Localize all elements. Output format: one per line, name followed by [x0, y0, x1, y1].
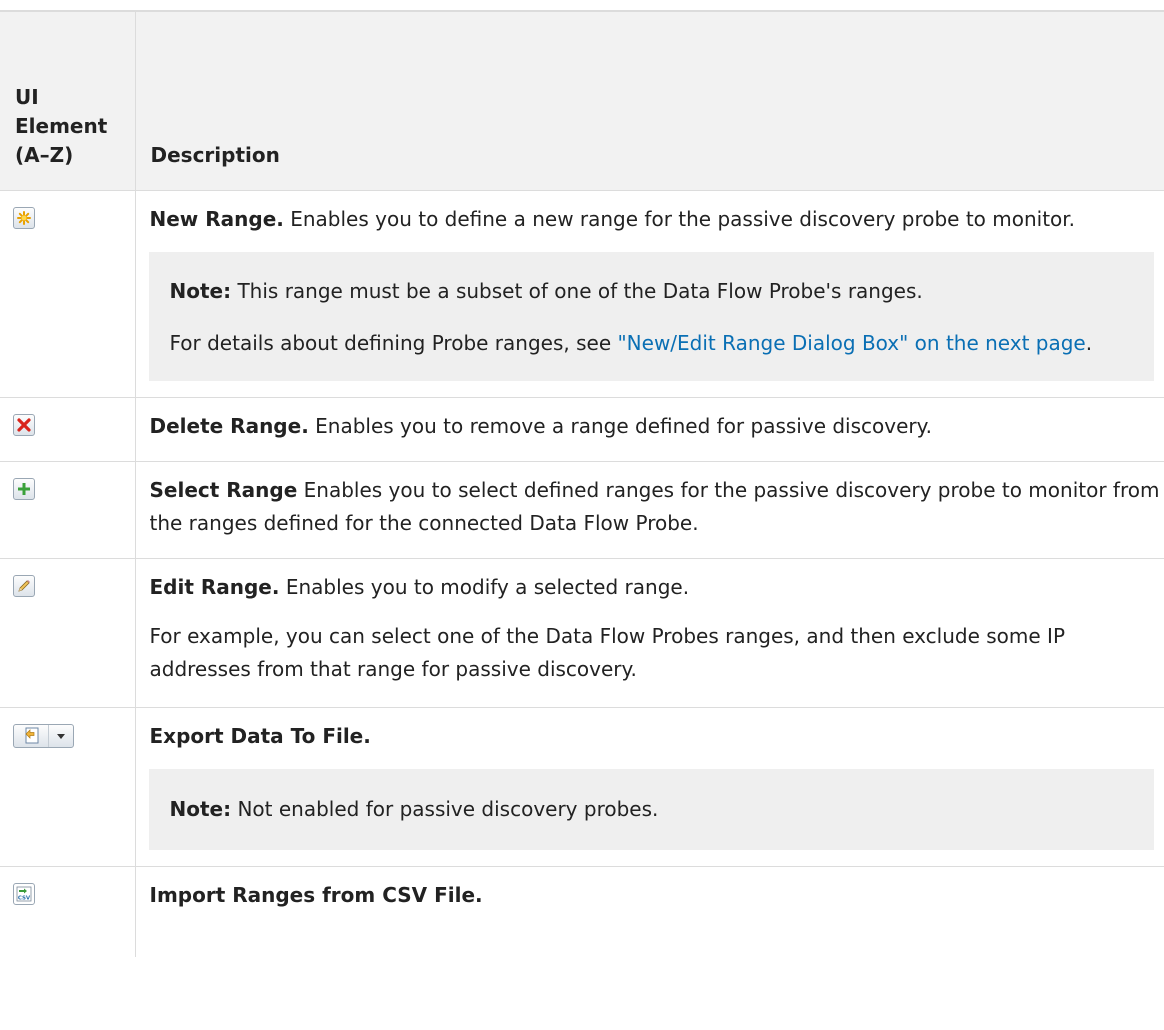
icon-cell: CSV: [0, 866, 136, 957]
plus-icon: [13, 478, 35, 500]
icon-cell: [0, 558, 136, 708]
row-description: Export Data To File.: [150, 720, 1164, 753]
delete-icon: [13, 414, 35, 436]
svg-text:CSV: CSV: [18, 896, 31, 902]
edit-pencil-icon: [13, 575, 35, 597]
description-cell: Select Range Enables you to select defin…: [135, 461, 1164, 559]
table-row: Select Range Enables you to select defin…: [0, 461, 1164, 559]
icon-cell: [0, 397, 136, 462]
note-label: Note:: [169, 279, 232, 303]
icon-cell: [0, 461, 136, 559]
table-row: Edit Range. Enables you to modify a sele…: [0, 558, 1164, 708]
new-range-icon: [13, 207, 35, 229]
row-text: Enables you to modify a selected range.: [279, 575, 690, 599]
note-box: Note: Not enabled for passive discovery …: [148, 769, 1154, 850]
description-cell: Delete Range. Enables you to remove a ra…: [135, 397, 1164, 462]
description-cell: New Range. Enables you to define a new r…: [135, 190, 1164, 398]
note-detail-prefix: For details about defining Probe ranges,…: [169, 331, 618, 355]
row-extra-text: For example, you can select one of the D…: [149, 624, 1066, 681]
table-row: Delete Range. Enables you to remove a ra…: [0, 397, 1164, 462]
table-row: New Range. Enables you to define a new r…: [0, 190, 1164, 398]
row-text: Enables you to remove a range defined fo…: [308, 414, 932, 438]
row-description: Delete Range. Enables you to remove a ra…: [150, 410, 1164, 443]
note-text: This range must be a subset of one of th…: [231, 279, 923, 303]
description-cell: Import Ranges from CSV File.: [135, 867, 1164, 957]
export-icon: [14, 725, 49, 747]
note-box: Note: This range must be a subset of one…: [148, 252, 1154, 381]
row-description: Select Range Enables you to select defin…: [150, 474, 1164, 540]
note-detail-suffix: .: [1085, 331, 1093, 355]
row-title: Import Ranges from CSV File.: [149, 883, 483, 907]
row-title: Edit Range.: [149, 575, 280, 599]
icon-cell: [0, 190, 136, 398]
description-column-header: Description: [135, 10, 1164, 191]
row-title: Select Range: [149, 478, 298, 502]
row-description: New Range. Enables you to define a new r…: [150, 203, 1164, 236]
row-text: Enables you to define a new range for th…: [283, 207, 1076, 231]
ui-element-column-header: UI Element (A–Z): [0, 10, 136, 191]
note-label: Note:: [169, 797, 232, 821]
new-edit-range-dialog-link[interactable]: "New/Edit Range Dialog Box" on the next …: [617, 331, 1085, 355]
table-row: Export Data To File. Note: Not enabled f…: [0, 707, 1164, 867]
ui-elements-table: UI Element (A–Z) Description New Range. …: [0, 10, 1164, 957]
chevron-down-icon: [49, 725, 73, 747]
row-title: Delete Range.: [149, 414, 309, 438]
row-title: New Range.: [149, 207, 284, 231]
description-cell: Edit Range. Enables you to modify a sele…: [135, 558, 1164, 708]
export-dropdown-button: [13, 724, 74, 748]
row-text: Enables you to select defined ranges for…: [149, 478, 1160, 535]
description-cell: Export Data To File. Note: Not enabled f…: [135, 707, 1164, 867]
table-header-row: UI Element (A–Z) Description: [0, 10, 1164, 191]
csv-import-icon: CSV: [13, 883, 35, 905]
icon-cell: [0, 707, 136, 867]
note-text: Not enabled for passive discovery probes…: [231, 797, 659, 821]
row-description: Edit Range. Enables you to modify a sele…: [150, 571, 1164, 604]
row-description: Import Ranges from CSV File.: [150, 879, 1164, 912]
table-row: CSV Import Ranges from CSV File.: [0, 866, 1164, 957]
row-title: Export Data To File.: [149, 724, 371, 748]
